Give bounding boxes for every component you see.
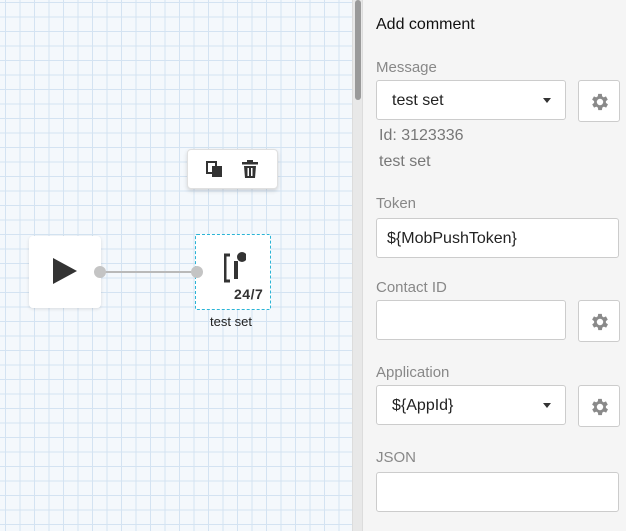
panel-title: Add comment (376, 16, 475, 33)
gear-icon (592, 313, 608, 331)
message-id: Id: 3123336 (379, 127, 464, 144)
play-icon (53, 258, 77, 284)
token-input[interactable]: ${MobPushToken} (376, 218, 619, 258)
message-select[interactable]: test set (376, 80, 566, 120)
comment-node[interactable]: 24/7 (195, 234, 271, 310)
node-label: test set (210, 314, 252, 329)
trash-icon[interactable] (240, 159, 260, 179)
gear-icon (592, 93, 608, 111)
node-toolbar (187, 149, 278, 189)
contact-id-label: Contact ID (376, 279, 447, 296)
vertical-scrollbar[interactable] (352, 0, 363, 531)
message-settings-button[interactable] (578, 80, 620, 122)
chevron-down-icon (543, 98, 551, 103)
node-badge: 24/7 (234, 286, 264, 302)
message-label: Message (376, 59, 437, 76)
application-settings-button[interactable] (578, 385, 620, 427)
contact-id-settings-button[interactable] (578, 300, 620, 342)
flow-canvas[interactable]: 24/7 test set (0, 0, 352, 531)
application-select[interactable]: ${AppId} (376, 385, 566, 425)
copy-icon[interactable] (205, 159, 225, 179)
message-name: test set (379, 153, 431, 170)
properties-panel: Add comment Message test set Id: 3123336… (363, 0, 626, 531)
contact-id-input[interactable] (376, 300, 566, 340)
chevron-down-icon (543, 403, 551, 408)
input-port[interactable] (191, 266, 203, 278)
json-label: JSON (376, 449, 417, 466)
json-input[interactable] (376, 472, 619, 512)
output-port[interactable] (94, 266, 106, 278)
start-node[interactable] (29, 236, 101, 308)
application-select-value: ${AppId} (392, 397, 454, 414)
message-select-value: test set (392, 92, 444, 109)
gear-icon (592, 398, 608, 416)
push-comment-icon (224, 252, 246, 283)
scrollbar-thumb[interactable] (355, 0, 361, 100)
application-label: Application (376, 364, 450, 381)
token-input-value: ${MobPushToken} (387, 230, 517, 247)
token-label: Token (376, 195, 417, 212)
connection-line[interactable] (100, 271, 197, 273)
